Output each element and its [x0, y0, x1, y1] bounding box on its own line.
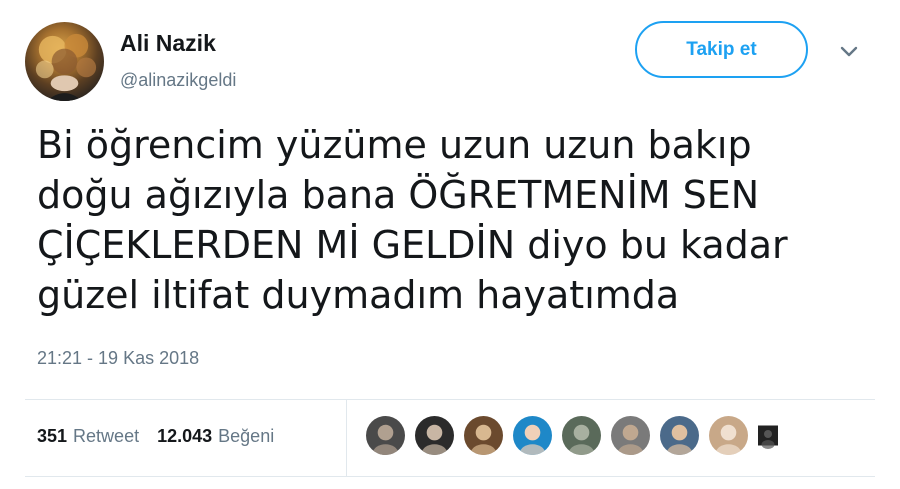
- tweet-timestamp[interactable]: 21:21 - 19 Kas 2018: [37, 348, 199, 369]
- like-count[interactable]: 12.043: [157, 426, 212, 447]
- divider-top: [25, 399, 875, 400]
- author-name[interactable]: Ali Nazik: [120, 30, 216, 57]
- liker-avatar[interactable]: [660, 416, 699, 455]
- divider-bottom: [25, 476, 875, 477]
- chevron-down-icon[interactable]: [838, 40, 860, 62]
- liker-avatar[interactable]: [758, 416, 778, 455]
- likers-avatars: [366, 416, 778, 455]
- retweet-count[interactable]: 351: [37, 426, 67, 447]
- tweet-stats: 351 Retweet 12.043 Beğeni: [37, 426, 286, 447]
- liker-avatar[interactable]: [562, 416, 601, 455]
- liker-avatar[interactable]: [611, 416, 650, 455]
- liker-avatar[interactable]: [415, 416, 454, 455]
- liker-avatar[interactable]: [366, 416, 405, 455]
- liker-avatar[interactable]: [464, 416, 503, 455]
- retweet-label[interactable]: Retweet: [73, 426, 139, 447]
- author-handle[interactable]: @alinazikgeldi: [120, 70, 236, 91]
- stats-divider: [346, 400, 347, 476]
- follow-button[interactable]: Takip et: [635, 21, 808, 78]
- liker-avatar[interactable]: [513, 416, 552, 455]
- tweet-text: Bi öğrencim yüzüme uzun uzun bakıp doğu …: [37, 123, 788, 317]
- like-label[interactable]: Beğeni: [218, 426, 274, 447]
- liker-avatar[interactable]: [709, 416, 748, 455]
- profile-avatar[interactable]: [25, 22, 104, 101]
